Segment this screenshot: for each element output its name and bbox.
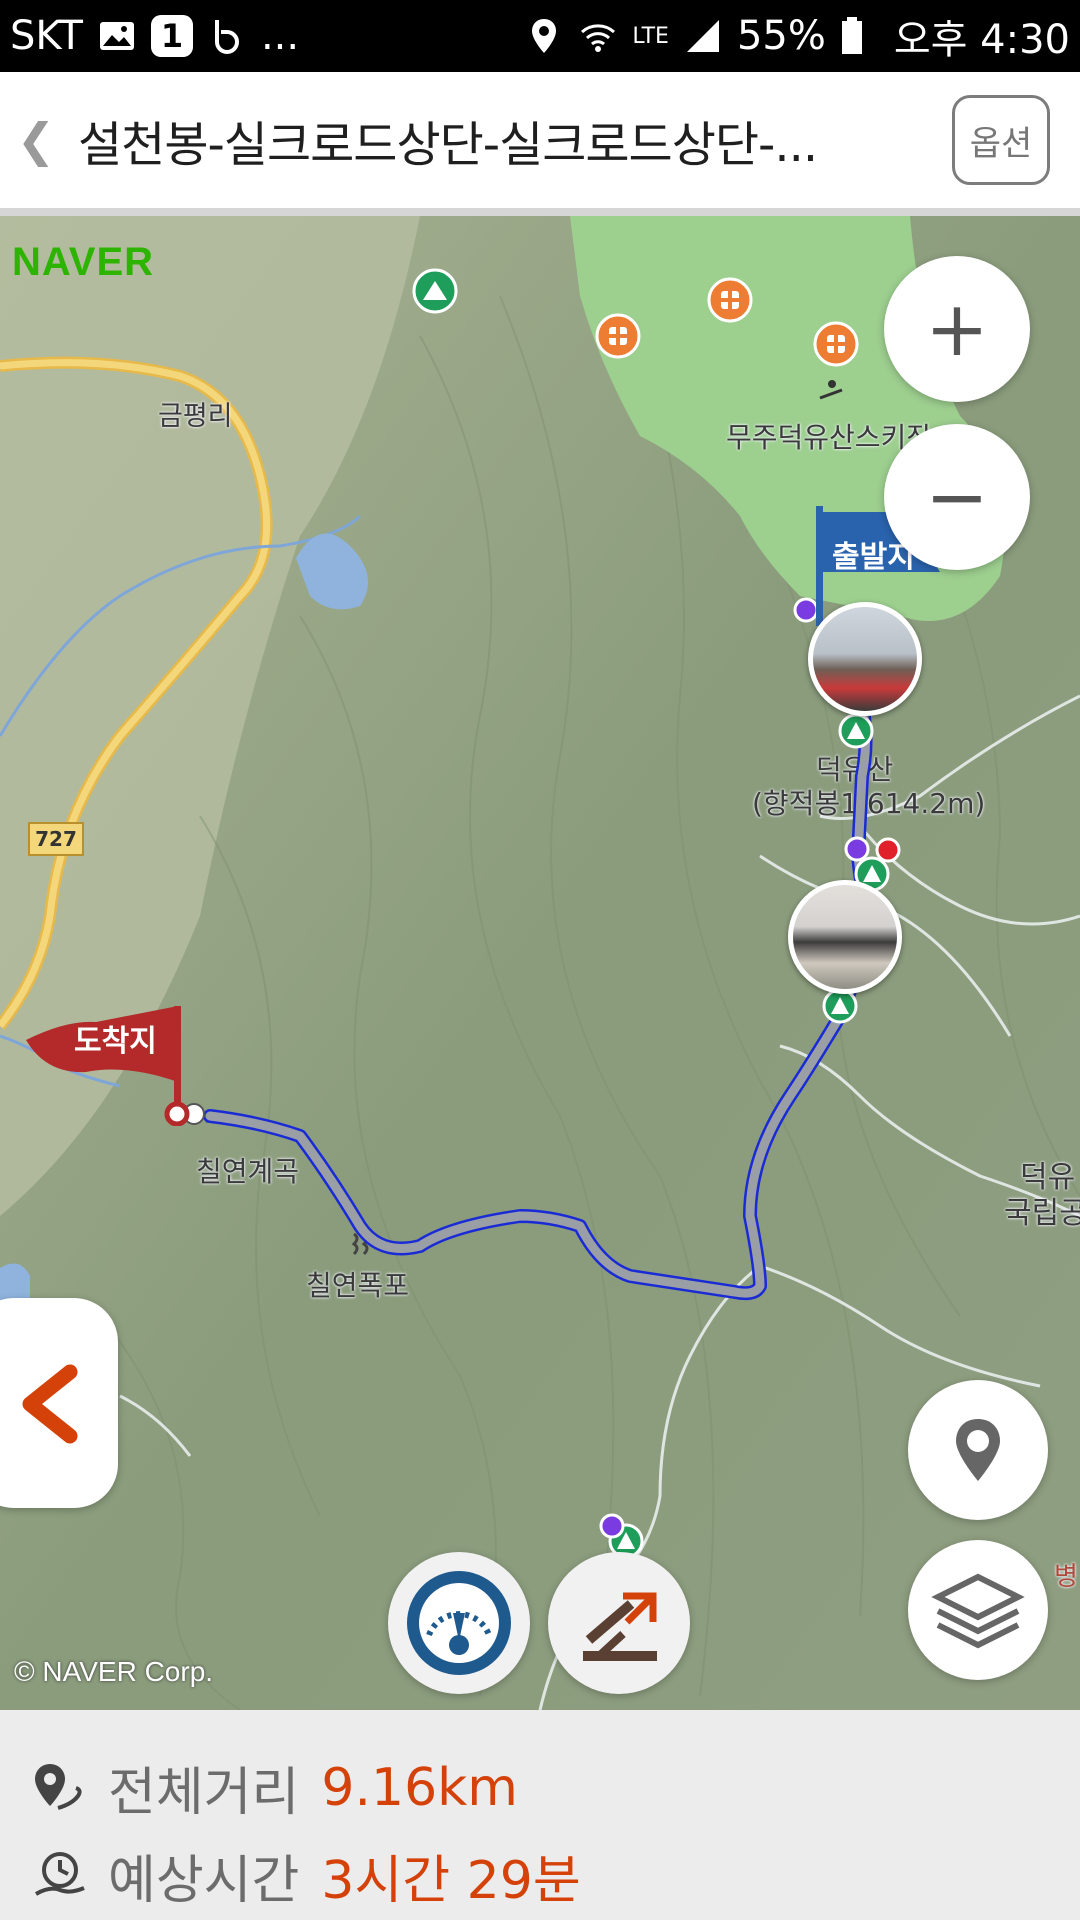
waypoint-markers xyxy=(183,597,901,1559)
elevation-button[interactable] xyxy=(548,1552,690,1694)
clock: 오후 4:30 xyxy=(893,17,1070,63)
battery-percent: 55% xyxy=(736,13,826,59)
elevation-profile-icon xyxy=(583,1592,657,1661)
estimated-time-icon xyxy=(35,1851,85,1896)
map-pin-icon xyxy=(956,1419,1000,1481)
map-copyright: © NAVER Corp. xyxy=(14,1656,214,1687)
speed-button[interactable] xyxy=(388,1552,530,1694)
time-label: 예상시간 xyxy=(108,1851,300,1911)
page-title: 설천봉-실크로드상단-실크로드상단-... xyxy=(78,117,818,173)
route-summary-panel: 전체거리 9.16km 예상시간 3시간 29분 xyxy=(0,1710,1080,1920)
speedometer-icon xyxy=(407,1571,511,1675)
panel-toggle-button[interactable] xyxy=(0,1298,118,1508)
my-location-button[interactable] xyxy=(908,1380,1048,1520)
more-notifications: ... xyxy=(260,13,300,59)
band-app-icon xyxy=(207,16,247,56)
back-button[interactable]: ❮ xyxy=(6,113,66,167)
notification-badge: 1 xyxy=(150,15,193,57)
network-type: LTE xyxy=(632,23,669,49)
time-row: 예상시간 3시간 29분 xyxy=(30,1838,581,1913)
options-button[interactable]: 옵션 xyxy=(952,95,1050,185)
map-layers-button[interactable] xyxy=(908,1540,1048,1680)
map-view[interactable]: NAVER 금평리 무주덕유산스키장 727 덕유산 (향적봉1,614.2m)… xyxy=(0,216,1080,1710)
chevron-left-icon xyxy=(22,1364,78,1444)
app-header: ❮ 설천봉-실크로드상단-실크로드상단-... 옵션 xyxy=(0,72,1080,216)
distance-label: 전체거리 xyxy=(108,1763,300,1823)
photo-marker-signpost[interactable] xyxy=(788,880,902,994)
location-status-icon xyxy=(524,16,564,56)
layers-icon xyxy=(931,1573,1025,1649)
distance-value: 9.16km xyxy=(321,1757,518,1818)
battery-icon xyxy=(840,16,880,56)
time-value: 3시간 29분 xyxy=(321,1851,581,1911)
wifi-icon xyxy=(578,16,618,56)
image-notification-icon xyxy=(97,16,137,56)
zoom-out-button[interactable]: − xyxy=(884,424,1030,570)
zoom-in-button[interactable]: + xyxy=(884,256,1030,402)
route-distance-icon xyxy=(35,1763,82,1810)
end-flag-label: 도착지 xyxy=(74,1024,157,1059)
chevron-left-icon: ❮ xyxy=(16,113,56,167)
carrier-label: SKT xyxy=(10,13,83,59)
photo-marker-summit[interactable] xyxy=(808,602,922,716)
distance-row: 전체거리 9.16km xyxy=(30,1750,518,1825)
status-bar: SKT 1 ... LTE 55% 오후 4:30 xyxy=(0,0,1080,72)
signal-icon xyxy=(683,16,723,56)
